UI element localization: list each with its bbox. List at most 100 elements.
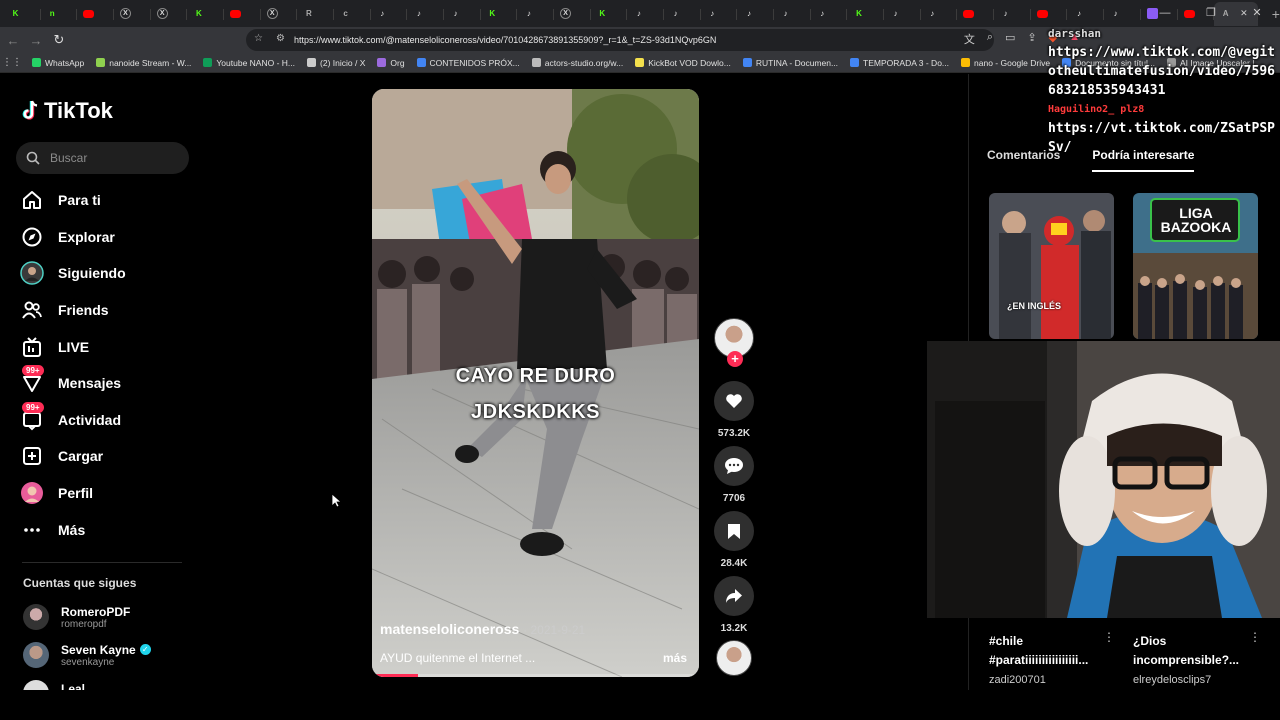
nav-item-mensajes[interactable]: 99+ Mensajes	[20, 365, 126, 402]
bookmark-item[interactable]: (2) Inicio / X	[307, 58, 365, 68]
share-button[interactable]: 13.2K	[712, 576, 756, 634]
nav-item-friends[interactable]: Friends	[20, 292, 126, 329]
tiktok-wordmark: TikTok	[44, 98, 113, 123]
bookmark-item[interactable]: RUTINA - Documen...	[742, 58, 838, 68]
url-field[interactable]: ☆ ⚙ https://www.tiktok.com/@matenselolic…	[246, 29, 994, 51]
browser-tab[interactable]: X	[554, 2, 591, 26]
bookmark-label: (2) Inicio / X	[320, 57, 366, 68]
site-info-icon[interactable]: ⚙	[276, 33, 285, 44]
bookmark-item[interactable]: WhatsApp	[32, 58, 84, 68]
bookmark-item[interactable]: CONTENIDOS PRÓX...	[416, 58, 520, 68]
video-author-name: matenseloliconeross	[380, 621, 520, 637]
share-icon[interactable]: ⇪	[1027, 31, 1036, 47]
recommended-thumbnail-2[interactable]: LIGA BAZOOKA	[1133, 193, 1258, 339]
browser-tab[interactable]: K	[481, 2, 518, 26]
screen-icon[interactable]: ▭	[1005, 31, 1015, 47]
browser-tab[interactable]: ♪	[1104, 2, 1141, 26]
browser-tab[interactable]: ♪	[444, 2, 481, 26]
comment-button[interactable]: 7706	[712, 446, 756, 504]
follow-plus-icon[interactable]: +	[727, 351, 743, 367]
recommended-caption-2[interactable]: ¿Dios incomprensible?...	[1133, 632, 1251, 670]
sound-disc-button[interactable]	[712, 640, 756, 676]
minimize-icon[interactable]: —	[1142, 0, 1188, 27]
restore-icon[interactable]: ❐	[1188, 0, 1234, 27]
close-window-icon[interactable]: ✕	[1234, 0, 1280, 27]
browser-tab[interactable]: c	[334, 2, 371, 26]
browser-tab[interactable]: ♪	[921, 2, 958, 26]
share-count: 13.2K	[720, 623, 748, 634]
video-author[interactable]: matenseloliconeross · 2021-9-21	[380, 621, 585, 637]
browser-tab[interactable]: X	[151, 2, 188, 26]
recommended-caption-1[interactable]: #chile #paratiiiiiiiiiiiiiiii...	[989, 632, 1107, 670]
bookmark-star-icon[interactable]: ☆	[254, 33, 263, 44]
bookmark-item[interactable]: Org	[377, 58, 405, 68]
nav-item-siguiendo[interactable]: Siguiendo	[20, 255, 126, 292]
browser-tab[interactable]: ♪	[371, 2, 408, 26]
tiktok-logo[interactable]: TikTok	[22, 98, 113, 124]
nav-item-cargar[interactable]: Cargar	[20, 438, 126, 475]
browser-tab[interactable]: ♪	[407, 2, 444, 26]
nav-item-live[interactable]: LIVE	[20, 328, 126, 365]
reload-icon[interactable]: ↻	[49, 32, 69, 48]
bookmark-item[interactable]: Youtube NANO - H...	[203, 58, 295, 68]
browser-tab[interactable]: ♪	[737, 2, 774, 26]
video-player[interactable]: CAYO RE DURO JDKSKDKKS matenseloliconero…	[372, 89, 699, 677]
nav-item-explorar[interactable]: Explorar	[20, 219, 126, 256]
heart-icon	[726, 394, 742, 408]
browser-tab[interactable]: ♪	[1067, 2, 1104, 26]
apps-grid-icon[interactable]: ⋮⋮	[0, 57, 24, 68]
browser-tab[interactable]: ♪	[811, 2, 848, 26]
like-button[interactable]: 573.2K	[712, 381, 756, 439]
search-input[interactable]: Buscar	[16, 142, 189, 174]
recommended-author-2[interactable]: elreydelosclips7	[1133, 674, 1211, 686]
nav-item-perfil[interactable]: Perfil	[20, 475, 126, 512]
following-account-sevenkayne[interactable]: Seven Kayne ✓ sevenkayne	[23, 642, 151, 668]
nav-item-actividad[interactable]: 99+ Actividad	[20, 401, 126, 439]
save-button[interactable]: 28.4K	[712, 511, 756, 569]
browser-tab[interactable]: ♪	[664, 2, 701, 26]
video-progress-bar[interactable]	[372, 674, 699, 677]
browser-tab[interactable]	[77, 2, 114, 26]
browser-tab[interactable]: ♪	[701, 2, 738, 26]
browser-tab[interactable]: ♪	[994, 2, 1031, 26]
recommended-thumbnail-1[interactable]: ¿EN INGLÉS	[989, 193, 1114, 339]
browser-tab[interactable]: ♪	[627, 2, 664, 26]
following-account-romeropdf[interactable]: RomeroPDF romeropdf	[23, 604, 130, 630]
tiktok-favicon-icon: ♪	[380, 9, 385, 18]
browser-tab[interactable]: ♪	[774, 2, 811, 26]
following-accounts-title: Cuentas que sigues	[23, 576, 137, 590]
nav-item-m-s[interactable]: Más	[20, 511, 126, 548]
browser-tab[interactable]: X	[261, 2, 298, 26]
forward-icon[interactable]: →	[26, 33, 46, 48]
caption-more-link[interactable]: más	[663, 651, 687, 665]
browser-tab[interactable]: K	[4, 2, 41, 26]
zoom-icon[interactable]: ⌕	[987, 31, 993, 47]
translate-icon[interactable]: 文	[964, 31, 975, 47]
more-options-icon[interactable]: ⋮	[1103, 630, 1115, 644]
bookmark-item[interactable]: nanoide Stream - W...	[96, 58, 191, 68]
bookmark-favicon-icon	[96, 58, 106, 67]
browser-tab[interactable]: n	[41, 2, 78, 26]
browser-tab[interactable]	[224, 2, 261, 26]
bookmark-item[interactable]: TEMPORADA 3 - Do...	[850, 58, 949, 68]
browser-tab[interactable]: K	[591, 2, 628, 26]
recommended-author-1[interactable]: zadi200701	[989, 674, 1046, 686]
more-options-icon[interactable]: ⋮	[1249, 630, 1261, 644]
author-avatar-button[interactable]: +	[712, 318, 756, 367]
browser-tab[interactable]: K	[187, 2, 224, 26]
browser-tab[interactable]: X	[114, 2, 151, 26]
nav-item-para-ti[interactable]: Para ti	[20, 182, 126, 219]
browser-tab[interactable]: R	[297, 2, 334, 26]
x-favicon-icon: X	[560, 8, 572, 19]
browser-tab[interactable]: K	[847, 2, 884, 26]
browser-tab[interactable]: ♪	[884, 2, 921, 26]
browser-tab[interactable]	[1031, 2, 1068, 26]
back-icon[interactable]: ←	[3, 33, 23, 48]
browser-tab[interactable]: ♪	[517, 2, 554, 26]
bookmark-favicon-icon	[32, 58, 41, 67]
avatar	[23, 642, 49, 668]
browser-tab[interactable]	[957, 2, 994, 26]
bookmark-item[interactable]: KickBot VOD Dowlo...	[635, 58, 731, 68]
bookmark-item[interactable]: nano - Google Drive	[961, 58, 1050, 68]
bookmark-item[interactable]: actors-studio.org/w...	[531, 58, 623, 68]
